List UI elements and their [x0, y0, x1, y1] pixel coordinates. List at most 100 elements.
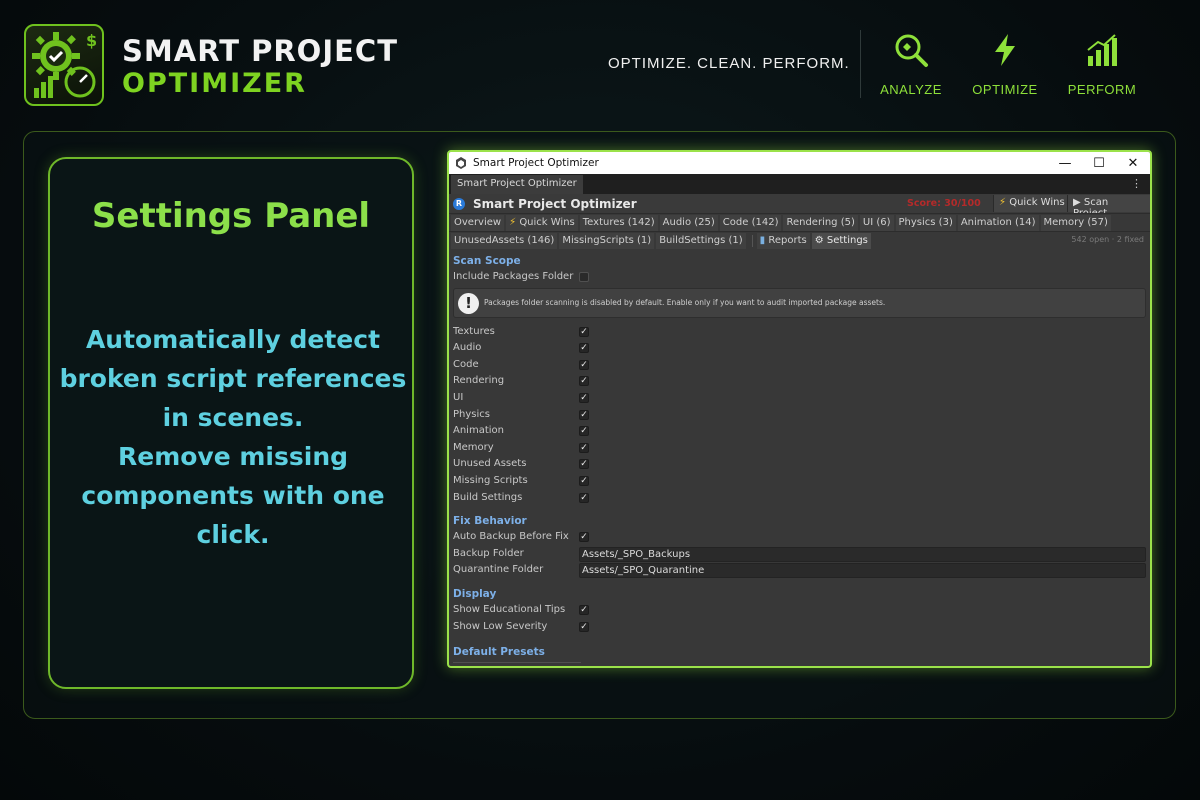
- setting-row: Build Settings ✓: [453, 490, 1146, 507]
- setting-label: Memory: [453, 441, 494, 453]
- tab-settings[interactable]: ⚙ Settings: [811, 232, 871, 249]
- setting-label: Backup Folder: [453, 547, 524, 559]
- checkbox-rendering[interactable]: ✓: [579, 376, 589, 387]
- include-packages-checkbox[interactable]: [579, 272, 589, 282]
- chart-icon: ▮: [759, 234, 766, 246]
- checkbox-physics[interactable]: ✓: [579, 409, 589, 420]
- tab-memory[interactable]: Memory (57): [1040, 214, 1111, 231]
- tab-rendering[interactable]: Rendering (5): [783, 214, 858, 231]
- app-toolbar: R Smart Project Optimizer Score: 30/100 …: [449, 194, 1150, 219]
- setting-row: Rendering ✓: [453, 373, 1146, 390]
- setting-row: Code ✓: [453, 357, 1146, 374]
- setting-row: Animation ✓: [453, 423, 1146, 440]
- optimizer-window: Smart Project Optimizer — ☐ ✕ Smart Proj…: [447, 150, 1152, 668]
- tab-code[interactable]: Code (142): [719, 214, 782, 231]
- brand-title: SMART PROJECT: [122, 34, 398, 68]
- checkbox-ui[interactable]: ✓: [579, 392, 589, 403]
- tab-reports[interactable]: ▮ Reports: [756, 232, 810, 249]
- tab-quick-wins[interactable]: ⚡ Quick Wins: [506, 214, 578, 231]
- tab-unused-assets[interactable]: UnusedAssets (146): [451, 232, 558, 249]
- window-titlebar[interactable]: Smart Project Optimizer — ☐ ✕: [449, 152, 1150, 174]
- setting-label: Physics: [453, 408, 490, 420]
- quick-wins-label: Quick Wins: [1009, 197, 1065, 208]
- play-icon: ▶: [1073, 197, 1081, 208]
- setting-label: Quarantine Folder: [453, 564, 544, 576]
- editor-tab[interactable]: Smart Project Optimizer: [451, 175, 583, 194]
- setting-label: Unused Assets: [453, 458, 527, 470]
- checkbox-build-settings[interactable]: ✓: [579, 492, 589, 503]
- close-button[interactable]: ✕: [1116, 156, 1150, 171]
- brand-subtitle: OPTIMIZER: [122, 68, 307, 99]
- tab-ui[interactable]: UI (6): [859, 214, 894, 231]
- backup-folder-field[interactable]: Assets/_SPO_Backups: [579, 546, 1146, 562]
- checkbox-code[interactable]: ✓: [579, 359, 589, 370]
- header-label-perform: PERFORM: [1067, 82, 1137, 97]
- tab-row-2: UnusedAssets (146) MissingScripts (1) Bu…: [449, 231, 1150, 249]
- editor-tabstrip: Smart Project Optimizer ⋮: [449, 174, 1150, 194]
- setting-label: Animation: [453, 425, 504, 437]
- setting-label: Missing Scripts: [453, 474, 528, 486]
- tab-textures[interactable]: Textures (142): [579, 214, 658, 231]
- checkbox-unused-assets[interactable]: ✓: [579, 459, 589, 470]
- quarantine-folder-field[interactable]: Assets/_SPO_Quarantine: [579, 563, 1146, 579]
- menu-icon[interactable]: ⋮: [1131, 177, 1142, 190]
- maximize-button[interactable]: ☐: [1082, 156, 1116, 171]
- header-item-perform: PERFORM: [1057, 32, 1147, 97]
- tab-animation[interactable]: Animation (14): [957, 214, 1039, 231]
- window-title: Smart Project Optimizer: [473, 157, 599, 169]
- settings-content: Scan Scope Include Packages Folder ! Pac…: [449, 249, 1150, 664]
- setting-row: Missing Scripts ✓: [453, 473, 1146, 490]
- checkbox-textures[interactable]: ✓: [579, 326, 589, 337]
- setting-label: Audio: [453, 342, 482, 354]
- status-text: 542 open · 2 fixed: [1071, 235, 1144, 244]
- setting-label: Include Packages Folder: [453, 271, 574, 282]
- feature-title: Settings Panel: [91, 196, 371, 236]
- setting-row: Memory ✓: [453, 440, 1146, 457]
- scan-project-button[interactable]: ▶ Scan Project: [1067, 195, 1150, 219]
- setting-label: Show Low Severity: [453, 620, 548, 632]
- feature-line: broken script references: [59, 364, 407, 393]
- setting-label: Build Settings: [453, 491, 523, 503]
- warning-icon: !: [458, 292, 479, 314]
- setting-label: Code: [453, 358, 479, 370]
- setting-row: Audio ✓: [453, 340, 1146, 357]
- header-label-analyze: ANALYZE: [880, 82, 942, 97]
- setting-row: Textures ✓: [453, 324, 1146, 341]
- educational-tips-checkbox[interactable]: ✓: [579, 604, 589, 615]
- feature-line: click.: [196, 520, 270, 549]
- tab-separator: [751, 234, 753, 247]
- setting-row: Physics ✓: [453, 407, 1146, 424]
- setting-row: Auto Backup Before Fix ✓: [453, 529, 1146, 546]
- tab-audio[interactable]: Audio (25): [659, 214, 718, 231]
- header-item-analyze: ANALYZE: [866, 32, 956, 97]
- checkbox-memory[interactable]: ✓: [579, 442, 589, 453]
- tab-missing-scripts[interactable]: MissingScripts (1): [559, 232, 655, 249]
- tab-label: Settings: [826, 234, 868, 246]
- app-logo: $: [24, 24, 104, 106]
- checkbox-animation[interactable]: ✓: [579, 426, 589, 437]
- section-scan-scope: Scan Scope: [453, 255, 521, 267]
- minimize-button[interactable]: —: [1048, 156, 1082, 171]
- tab-build-settings[interactable]: BuildSettings (1): [656, 232, 746, 249]
- tab-overview[interactable]: Overview: [451, 214, 505, 231]
- auto-backup-checkbox[interactable]: ✓: [579, 532, 589, 543]
- setting-row: Backup Folder Assets/_SPO_Backups: [453, 546, 1146, 563]
- setting-row: Show Educational Tips ✓: [453, 602, 1146, 619]
- header-item-optimize: OPTIMIZE: [960, 32, 1050, 97]
- setting-row: Quarantine Folder Assets/_SPO_Quarantine: [453, 562, 1146, 579]
- quick-wins-button[interactable]: ⚡ Quick Wins: [993, 195, 1070, 212]
- header-label-optimize: OPTIMIZE: [972, 82, 1038, 97]
- low-severity-checkbox[interactable]: ✓: [579, 621, 589, 632]
- setting-label: Show Educational Tips: [453, 603, 566, 615]
- section-default-presets: Default Presets: [453, 646, 545, 659]
- tab-physics[interactable]: Physics (3): [895, 214, 956, 231]
- setting-label: Rendering: [453, 375, 505, 387]
- feature-line: in scenes.: [162, 403, 304, 432]
- divider: [453, 662, 581, 664]
- score-badge: Score: 30/100: [907, 198, 981, 209]
- section-fix-behavior: Fix Behavior: [453, 515, 527, 528]
- setting-row: Show Low Severity ✓: [453, 619, 1146, 636]
- checkbox-missing-scripts[interactable]: ✓: [579, 475, 589, 486]
- lightning-icon: ⚡: [509, 216, 517, 228]
- checkbox-audio[interactable]: ✓: [579, 343, 589, 354]
